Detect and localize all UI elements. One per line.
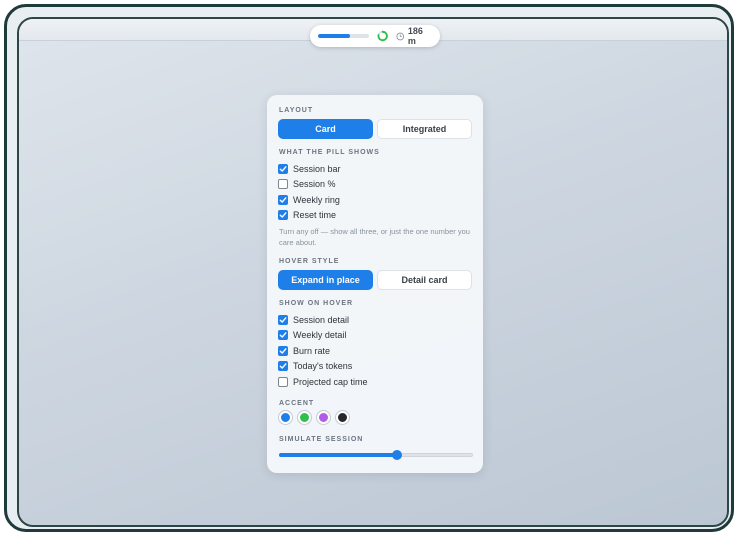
clock-icon bbox=[396, 32, 405, 40]
pill-shows-item[interactable]: Weekly ring bbox=[278, 193, 340, 207]
checkbox-label: Projected cap time bbox=[293, 377, 368, 387]
simulate-session-label: SIMULATE SESSION bbox=[279, 436, 364, 443]
checkbox-label: Today's tokens bbox=[293, 361, 353, 371]
pill-shows-item[interactable]: Session % bbox=[278, 177, 336, 191]
hover-style-label: HOVER STYLE bbox=[279, 258, 340, 265]
hover-item[interactable]: Projected cap time bbox=[278, 375, 368, 389]
session-bar-fill bbox=[318, 34, 350, 38]
settings-panel: LAYOUT Card Integrated WHAT THE PILL SHO… bbox=[267, 95, 483, 473]
layout-integrated-button[interactable]: Integrated bbox=[377, 119, 472, 139]
layout-segmented-control: Card Integrated bbox=[278, 119, 472, 139]
weekly-ring-icon bbox=[377, 30, 388, 42]
checkbox-label: Reset time bbox=[293, 210, 337, 220]
accent-swatch-green[interactable] bbox=[298, 411, 311, 424]
pill-shows-hint: Turn any off — show all three, or just t… bbox=[279, 227, 470, 247]
slider-fill bbox=[279, 453, 398, 457]
accent-label: ACCENT bbox=[279, 400, 315, 407]
hover-item[interactable]: Burn rate bbox=[278, 344, 330, 358]
pill-shows-item[interactable]: Session bar bbox=[278, 162, 341, 176]
show-on-hover-label: SHOW ON HOVER bbox=[279, 300, 354, 307]
hover-style-segmented-control: Expand in place Detail card bbox=[278, 270, 472, 290]
checkbox[interactable] bbox=[278, 377, 288, 387]
checkbox-label: Weekly detail bbox=[293, 330, 347, 340]
hover-item[interactable]: Session detail bbox=[278, 313, 349, 327]
reset-time: 186 m bbox=[407, 26, 423, 46]
desktop-screen: 186 m LAYOUT Card Integrated WHAT THE PI… bbox=[17, 17, 729, 527]
checkbox[interactable] bbox=[278, 164, 288, 174]
hover-item[interactable]: Today's tokens bbox=[278, 359, 352, 373]
checkbox-label: Session % bbox=[293, 179, 336, 189]
checkbox-label: Burn rate bbox=[293, 346, 331, 356]
layout-card-button[interactable]: Card bbox=[278, 119, 373, 139]
pill-shows-label: WHAT THE PILL SHOWS bbox=[279, 149, 380, 156]
checkbox[interactable] bbox=[278, 210, 288, 220]
accent-swatches bbox=[279, 411, 349, 425]
device-frame: 186 m LAYOUT Card Integrated WHAT THE PI… bbox=[4, 4, 734, 532]
checkbox-label: Session bar bbox=[293, 164, 341, 174]
usage-pill[interactable]: 186 m bbox=[310, 25, 440, 47]
checkbox[interactable] bbox=[278, 315, 288, 325]
checkbox[interactable] bbox=[278, 195, 288, 205]
checkbox[interactable] bbox=[278, 330, 288, 340]
simulate-session-slider[interactable] bbox=[279, 449, 473, 461]
session-bar bbox=[318, 34, 370, 38]
slider-thumb[interactable] bbox=[392, 450, 403, 460]
layout-label: LAYOUT bbox=[279, 107, 314, 114]
hover-expand-button[interactable]: Expand in place bbox=[278, 270, 373, 290]
checkbox[interactable] bbox=[278, 346, 288, 356]
hover-detail-card-button[interactable]: Detail card bbox=[377, 270, 472, 290]
accent-swatch-purple[interactable] bbox=[317, 411, 330, 424]
pill-shows-item[interactable]: Reset time bbox=[278, 208, 336, 222]
checkbox-label: Session detail bbox=[293, 315, 350, 325]
checkbox[interactable] bbox=[278, 361, 288, 371]
hover-item[interactable]: Weekly detail bbox=[278, 328, 346, 342]
accent-swatch-black[interactable] bbox=[336, 411, 349, 424]
checkbox[interactable] bbox=[278, 179, 288, 189]
checkbox-label: Weekly ring bbox=[293, 195, 340, 205]
accent-swatch-blue[interactable] bbox=[279, 411, 292, 424]
